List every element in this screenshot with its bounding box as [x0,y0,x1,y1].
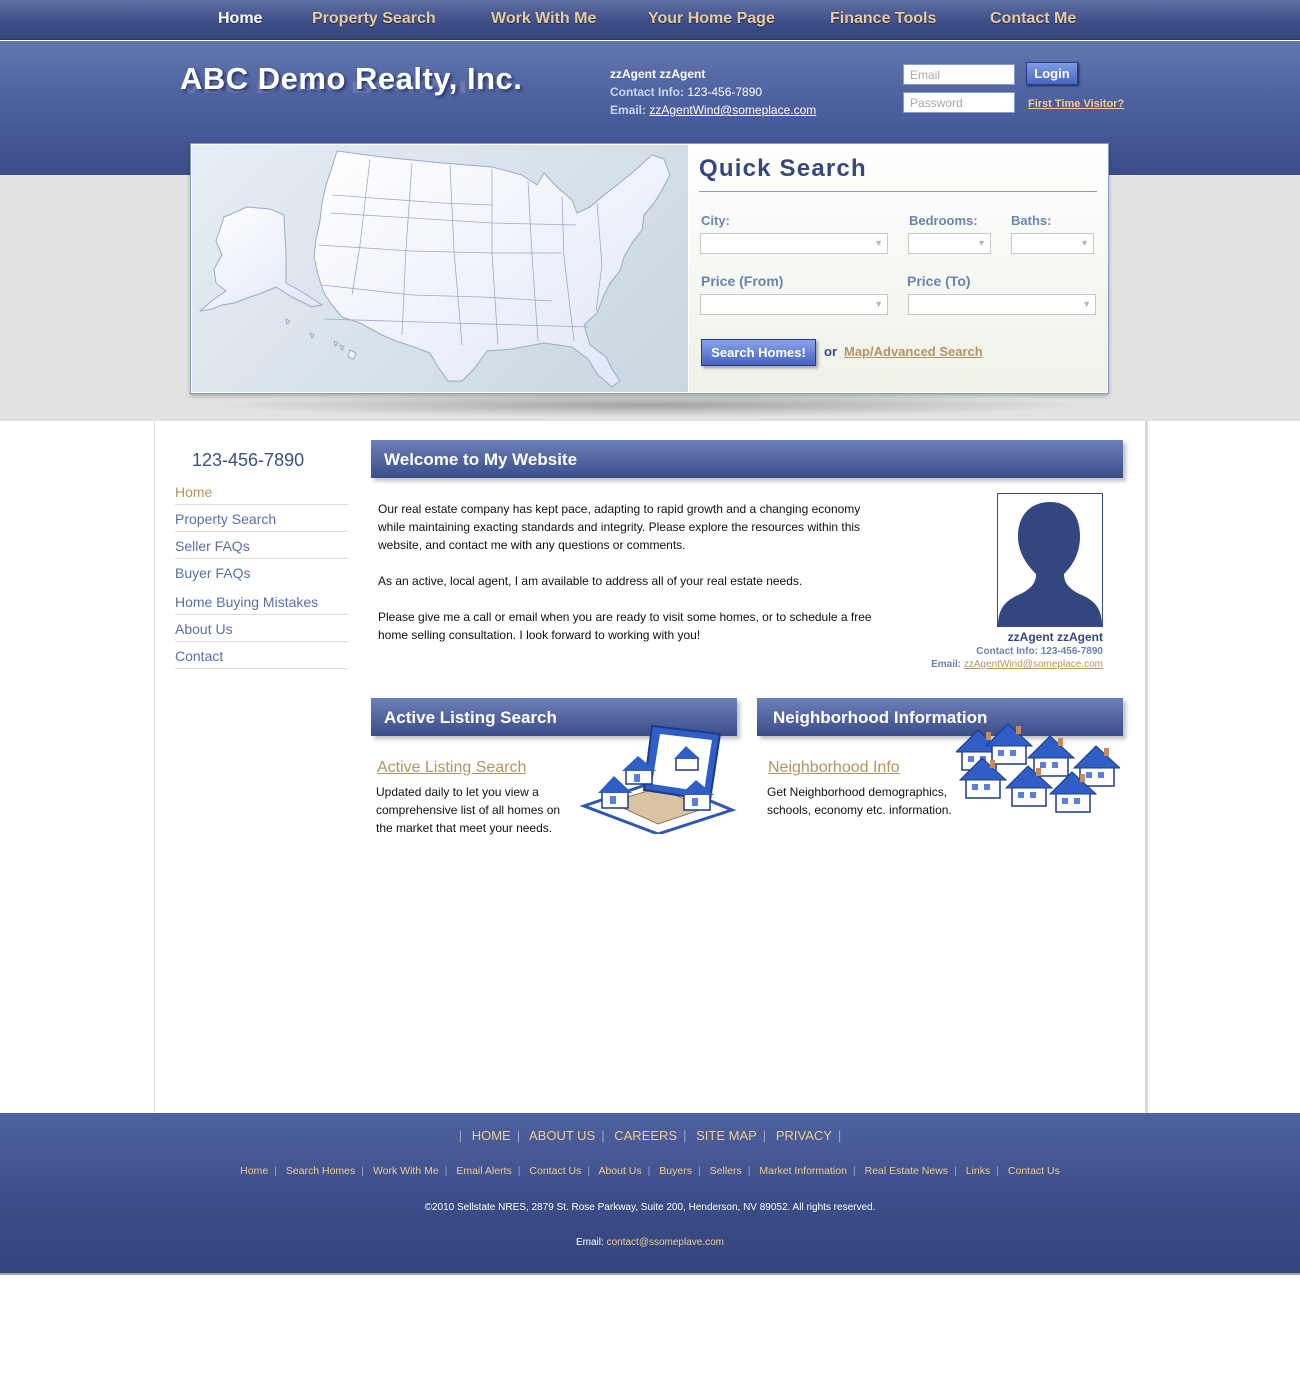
person-silhouette-icon [998,502,1102,626]
neighborhood-info-link[interactable]: Neighborhood Info [768,759,900,777]
footer-main-links: | HOME | ABOUT US | CAREERS | SITE MAP | PRI… [458,1128,842,1143]
footer-sub-market-information[interactable]: Market Information [759,1165,847,1177]
footer-link-privacy[interactable]: PRIVACY [776,1128,832,1143]
footer-sub-real-estate-news[interactable]: Real Estate News [865,1165,948,1177]
chevron-down-icon: ▼ [1080,238,1089,248]
quick-search-form: Quick Search City: Bedrooms: Baths: ▼ ▼ … [689,145,1107,392]
footer-sub-home[interactable]: Home [240,1165,268,1177]
footer-copyright: ©2010 Sellstate NRES, 2879 St. Rose Park… [424,1202,876,1213]
sidebar-item-home[interactable]: Home [175,478,348,505]
price-from-label: Price (From) [701,273,784,289]
login-password-input[interactable] [903,92,1015,113]
welcome-paragraph: Please give me a call or email when you … [378,610,872,642]
header-email-link[interactable]: zzAgentWind@someplace.com [649,103,816,117]
header-email-label: Email: [610,103,647,117]
footer-sub-buyers[interactable]: Buyers [659,1165,692,1177]
chevron-down-icon: ▼ [874,238,883,248]
city-select[interactable]: ▼ [700,233,888,254]
footer-sub-links[interactable]: Links [966,1165,991,1177]
login-button[interactable]: Login [1026,62,1078,85]
header-contact-label: Contact Info: [610,85,684,99]
nav-property-search[interactable]: Property Search [312,10,436,28]
agent-photo [997,493,1103,627]
agent-card-name: zzAgent zzAgent [1007,630,1103,644]
footer-email: Email: contact@ssomeplave.com [0,1237,1300,1248]
agent-card-email-label: Email: [931,659,962,670]
footer-sub-email-alerts[interactable]: Email Alerts [456,1165,511,1177]
sidebar-phone: 123-456-7890 [192,450,305,470]
sidebar-menu: Home Property Search Seller FAQs Buyer F… [175,478,348,669]
nav-home[interactable]: Home [218,10,262,28]
nav-finance-tools[interactable]: Finance Tools [830,10,936,28]
search-homes-button[interactable]: Search Homes! [701,339,816,366]
footer-link-careers[interactable]: CAREERS [614,1128,677,1143]
nav-your-home-page[interactable]: Your Home Page [648,10,775,28]
site-footer: | HOME | ABOUT US | CAREERS | SITE MAP | PRI… [0,1113,1300,1275]
sidebar-item-home-buying-mistakes[interactable]: Home Buying Mistakes [175,588,348,615]
nav-work-with-me[interactable]: Work With Me [491,10,596,28]
panel-shadow [205,393,1095,417]
welcome-heading: Welcome to My Website [371,440,1123,478]
neighborhood-description: Get Neighborhood demographics, schools, … [767,785,952,817]
quick-search-divider [699,191,1097,192]
header-contact-phone: 123-456-7890 [687,85,763,99]
advanced-search-link[interactable]: Map/Advanced Search [844,344,983,359]
price-to-label: Price (To) [907,273,971,289]
price-to-select[interactable]: ▼ [908,294,1096,315]
welcome-paragraph: As an active, local agent, I am availabl… [378,574,803,588]
city-label: City: [701,213,730,228]
agent-card: zzAgent zzAgent Contact Info: 123-456-78… [880,630,1103,671]
chevron-down-icon: ▼ [977,238,986,248]
bedrooms-select[interactable]: ▼ [908,233,991,254]
footer-sub-search-homes[interactable]: Search Homes [286,1165,355,1177]
footer-link-about-us[interactable]: ABOUT US [529,1128,595,1143]
header-agent-name: zzAgent zzAgent [610,67,706,81]
quick-search-title: Quick Search [699,155,867,182]
welcome-paragraph: Our real estate company has kept pace, a… [378,502,861,552]
house-listing-graphic [580,724,736,834]
sidebar-item-about-us[interactable]: About Us [175,615,348,642]
houses-cluster-graphic [956,723,1120,813]
baths-label: Baths: [1011,213,1052,228]
footer-link-home[interactable]: HOME [472,1128,511,1143]
bedrooms-label: Bedrooms: [909,213,978,228]
quick-search-panel: Quick Search City: Bedrooms: Baths: ▼ ▼ … [190,143,1109,394]
footer-sub-contact-us[interactable]: Contact Us [529,1165,581,1177]
baths-select[interactable]: ▼ [1011,233,1094,254]
chevron-down-icon: ▼ [1082,299,1091,309]
agent-card-phone: 123-456-7890 [1040,646,1103,657]
footer-sub-work-with-me[interactable]: Work With Me [373,1165,439,1177]
site-logo-reflection: ABC Demo Realty, Inc. [180,77,512,97]
agent-card-contact-label: Contact Info: [976,646,1038,657]
footer-link-site-map[interactable]: SITE MAP [696,1128,757,1143]
sidebar-item-property-search[interactable]: Property Search [175,505,348,532]
footer-sub-about-us[interactable]: About Us [598,1165,641,1177]
us-map-graphic [192,145,688,392]
or-text: or [824,344,837,359]
first-time-visitor-link[interactable]: First Time Visitor? [1028,98,1124,110]
agent-card-email-link[interactable]: zzAgentWind@someplace.com [964,659,1103,670]
footer-email-label: Email: [576,1237,604,1248]
listing-description: Updated daily to let you view a comprehe… [376,785,561,835]
footer-sub-sellers[interactable]: Sellers [710,1165,742,1177]
chevron-down-icon: ▼ [874,299,883,309]
nav-contact-me[interactable]: Contact Me [990,10,1076,28]
header-agent-info: zzAgent zzAgent Contact Info: 123-456-78… [610,65,816,119]
sidebar-item-seller-faqs[interactable]: Seller FAQs [175,532,348,559]
welcome-text: Our real estate company has kept pace, a… [378,500,888,662]
login-email-input[interactable] [903,64,1015,85]
top-navigation: Home Property Search Work With Me Your H… [0,0,1300,40]
sidebar-item-contact[interactable]: Contact [175,642,348,669]
price-from-select[interactable]: ▼ [700,294,888,315]
active-listing-link[interactable]: Active Listing Search [377,759,526,777]
footer-email-link[interactable]: contact@ssomeplave.com [607,1237,724,1248]
sidebar-item-buyer-faqs[interactable]: Buyer FAQs [175,559,348,588]
footer-sub-links: Home | Search Homes | Work With Me | Email … [240,1165,1060,1177]
footer-sub-contact-us-2[interactable]: Contact Us [1008,1165,1060,1177]
